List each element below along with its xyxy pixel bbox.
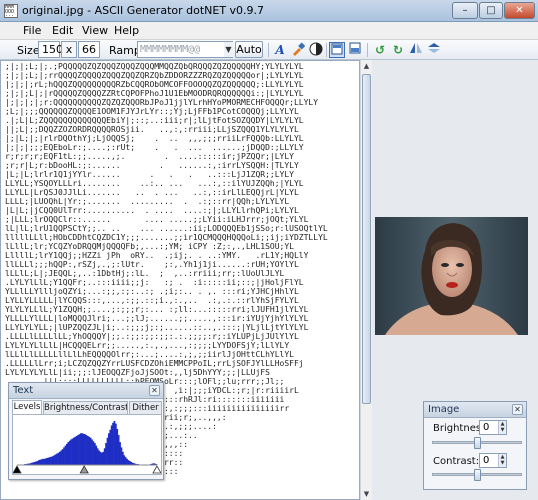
minimize-button[interactable]: – xyxy=(452,2,478,19)
text-panel-tabs: Levels Brightness/Contrast Dither xyxy=(12,400,162,415)
brightness-input[interactable]: 0 ▲ ▼ xyxy=(479,420,507,435)
image-panel: Image ✕ Brightness: 0 ▲ ▼ Contrast: 0 ▲ ▼ xyxy=(423,401,527,490)
rotate-left-icon[interactable]: ↺ xyxy=(372,42,388,58)
tab-dither[interactable]: Dither xyxy=(129,401,162,415)
menu-view[interactable]: View xyxy=(82,24,108,37)
view-ascii-icon[interactable] xyxy=(329,42,345,58)
vertical-scrollbar[interactable]: ▲ ▼ xyxy=(360,60,372,500)
ascii-line: lLLlL;L|;JEQQL;,..:1DbtHj;:lL. ; ,..:rri… xyxy=(5,269,285,278)
toolbar: Size: 150 x 66 Ramp: MMMMMMMM@@ ▼ Auto A… xyxy=(0,40,538,60)
ascii-line: LYLLYLLLLL|lYCQQS:::,...,:;;.::;i.,:.,..… xyxy=(5,296,299,305)
brightness-slider-thumb[interactable] xyxy=(474,437,481,449)
text-panel-title: Text xyxy=(9,383,163,399)
ascii-line: lLllL;lr;YCQZYoDRQQMjQQQQFb;,...:;YM; iC… xyxy=(5,242,294,251)
ascii-line: LLYLL|LrQSJ0JJlLi....... .. . ... ..:,::… xyxy=(5,188,299,197)
scroll-up-icon[interactable]: ▲ xyxy=(361,60,372,72)
ascii-line: lllllLLll;HObCDDhtCQZDC1Y;;;.......;;ir1… xyxy=(5,233,328,242)
ascii-line: ||;L|;;DQQZZOZORDRQQQQROSjii. ..,:,:rrii… xyxy=(5,125,299,134)
ascii-line: YLLLLYlLLL|loMQQQJlri;...;;lJ;......;;..… xyxy=(5,314,309,323)
size-link-button[interactable]: x xyxy=(61,41,77,58)
width-input[interactable]: 150 xyxy=(38,41,63,58)
tab-levels[interactable]: Levels xyxy=(12,400,42,415)
spinner-arrows-icon[interactable]: ▲ ▼ xyxy=(498,421,506,434)
toolbar-separator xyxy=(367,43,368,57)
ascii-line: ;|LLL;lrOQQClr::...... .... .....;;LYii:… xyxy=(5,215,309,224)
close-icon[interactable]: ✕ xyxy=(149,385,160,396)
app-icon: MMM OOO;:: xyxy=(4,4,18,18)
color-picker-icon[interactable] xyxy=(290,42,306,58)
ascii-line: LLYLYLYLL;|lUPZQQZJL|i;..:;;;j;:;......:… xyxy=(5,323,309,332)
menu-file[interactable]: File xyxy=(23,24,41,37)
ascii-line: |;|;|;|;r:QQQQQQQQQQZQZQZQQORbJPoJ1jjlYL… xyxy=(5,98,319,107)
ascii-line: lLLlLlLLLLLllLlLhEQQQQOlrr;:...;....:,;,… xyxy=(5,350,294,359)
ascii-line: LYLYLYLlLlL|HCQQQELrr;;.....,:.,.,...,:;… xyxy=(5,341,290,350)
ascii-line: .LLLLLlLrr;i;LCZQZQQZYrrLUSFCDZOhiEMMCPP… xyxy=(5,359,304,368)
flip-horizontal-icon[interactable] xyxy=(408,42,424,58)
title-bar: MMM OOO;:: original.jpg - ASCII Generator… xyxy=(0,0,538,22)
ascii-line: LYLYLYLYLlL|ii;;;:lJEOQQZFjoJjSOOt:,,lj5… xyxy=(5,368,270,377)
ascii-line: |;|L;|;|rlrDQOthYj;LjOQQSj; . .. ,,,;;;r… xyxy=(5,134,304,143)
ascii-line: |;|;|;rL;hQQQZQQQQQQQQQRZbCQQRObOMCOFFOO… xyxy=(5,80,304,89)
ascii-line: .LYLYlLlL;Y1QQFr;..:::iiii;;j: :; . :i::… xyxy=(5,278,304,287)
maximize-button[interactable]: □ xyxy=(479,2,503,19)
rotate-right-icon[interactable]: ↻ xyxy=(390,42,406,58)
ascii-line: |;|;|;;;EQEboLr:;....;:rUt; . . ... ....… xyxy=(5,143,304,152)
ascii-line: YLYLYLLlL;Y1ZQQH;;....;:;;;r;:... :;ll:.… xyxy=(5,305,309,314)
ascii-line: r;r;r;r;EQF1tL:;;.....,;. . ....:::::ir;… xyxy=(5,152,294,161)
ascii-line: ;|;|;L;|;.;PQQQQQZQZQQQZQQQZQQQMMQQZQbQR… xyxy=(5,62,304,71)
toolbar-separator xyxy=(268,43,269,57)
contrast-label: Contrast: xyxy=(433,456,480,467)
flip-vertical-icon[interactable] xyxy=(426,42,442,58)
contrast-input[interactable]: 0 ▲ ▼ xyxy=(479,453,507,468)
menu-bar: File Edit View Help xyxy=(0,22,538,40)
ascii-line: .LLLLlLLLLlLL;YhOQQQY|;;.:;;:;;:;;:.:.;;… xyxy=(5,332,299,341)
close-button[interactable]: ✕ xyxy=(504,2,535,19)
scroll-down-icon[interactable]: ▼ xyxy=(361,488,372,500)
window-title: original.jpg - ASCII Generator dotNET v0… xyxy=(22,4,265,17)
height-input[interactable]: 66 xyxy=(78,41,100,58)
ascii-line: YLLlLLYllljoQZYi;...:;;,:;:..:; .;i;:.. … xyxy=(5,287,299,296)
contrast-value: 0 xyxy=(483,455,490,466)
ramp-input[interactable]: MMMMMMMM@@ xyxy=(137,41,233,58)
contrast-icon[interactable] xyxy=(308,42,324,58)
toolbar-separator xyxy=(326,43,327,57)
ascii-line: LLLL;|LUOQhL|Yr:;....... ......... . .:;… xyxy=(5,197,290,206)
view-image-icon[interactable] xyxy=(347,42,363,58)
levels-black-handle[interactable] xyxy=(12,465,22,474)
contrast-slider-thumb[interactable] xyxy=(474,469,481,481)
text-panel: Text ✕ Levels Brightness/Contrast Dither xyxy=(8,382,164,480)
tab-brightness-contrast[interactable]: Brightness/Contrast xyxy=(43,401,128,415)
font-icon[interactable]: A xyxy=(272,42,288,58)
spinner-arrows-icon[interactable]: ▲ ▼ xyxy=(498,454,506,467)
ascii-line: LLYLL;YSQOYLLLri........ ..:.. ... ...:,… xyxy=(5,179,304,188)
ascii-line: lL|lL;lrU1QQPSCtY;;.. .. ... ......:ii;L… xyxy=(5,224,328,233)
menu-edit[interactable]: Edit xyxy=(52,24,73,37)
ascii-line: ;L;|;;;QQQQQQZQQQQE1OOM1FJYJrLYr::;Yj;Lj… xyxy=(5,107,299,116)
levels-histogram[interactable] xyxy=(12,414,162,475)
image-preview xyxy=(375,217,528,335)
scrollbar-thumb[interactable] xyxy=(362,74,371,404)
auto-button[interactable]: Auto xyxy=(235,41,263,58)
ascii-line: LllllL;lrY1QQj;;HZZi jPh oRY.. .;ij;. . … xyxy=(5,251,309,260)
ascii-line: ;|;|;L;|;rrQQQQZQQQQZQQQZQQZQRZQbZDDORZZ… xyxy=(5,71,304,80)
ascii-line: |L|L;|jCQQ0UlTrr:.......... . .... ....:… xyxy=(5,206,299,215)
image-panel-title: Image xyxy=(424,402,526,418)
menu-help[interactable]: Help xyxy=(114,24,139,37)
ascii-line: |L;|L;lrlr1Q1jYYlr...... . . . ..:::LjJ1… xyxy=(5,170,294,179)
ascii-line: .|;L|L;ZQQQQQQQQQQQQQEbiY|;::;..:iii;r|;… xyxy=(5,116,304,125)
ascii-line: ;r;r|L;r:bDooHL:;:...... . ......:,:irrL… xyxy=(5,161,299,170)
brightness-value: 0 xyxy=(483,422,490,433)
levels-white-handle[interactable] xyxy=(152,465,162,474)
ascii-line: llLLLl;;;hQQP:,rSZj,.,;:lUtr. ;:,.Yh1j1j… xyxy=(5,260,299,269)
chevron-down-icon[interactable]: ▼ xyxy=(224,42,233,57)
levels-mid-handle[interactable] xyxy=(79,465,89,474)
close-icon[interactable]: ✕ xyxy=(512,404,523,415)
histogram-chart xyxy=(12,421,162,474)
ascii-line: ;|;|;L|;|rQQQQQZQQQQZZRtCQPOFPhoJ1U1EbMO… xyxy=(5,89,304,98)
